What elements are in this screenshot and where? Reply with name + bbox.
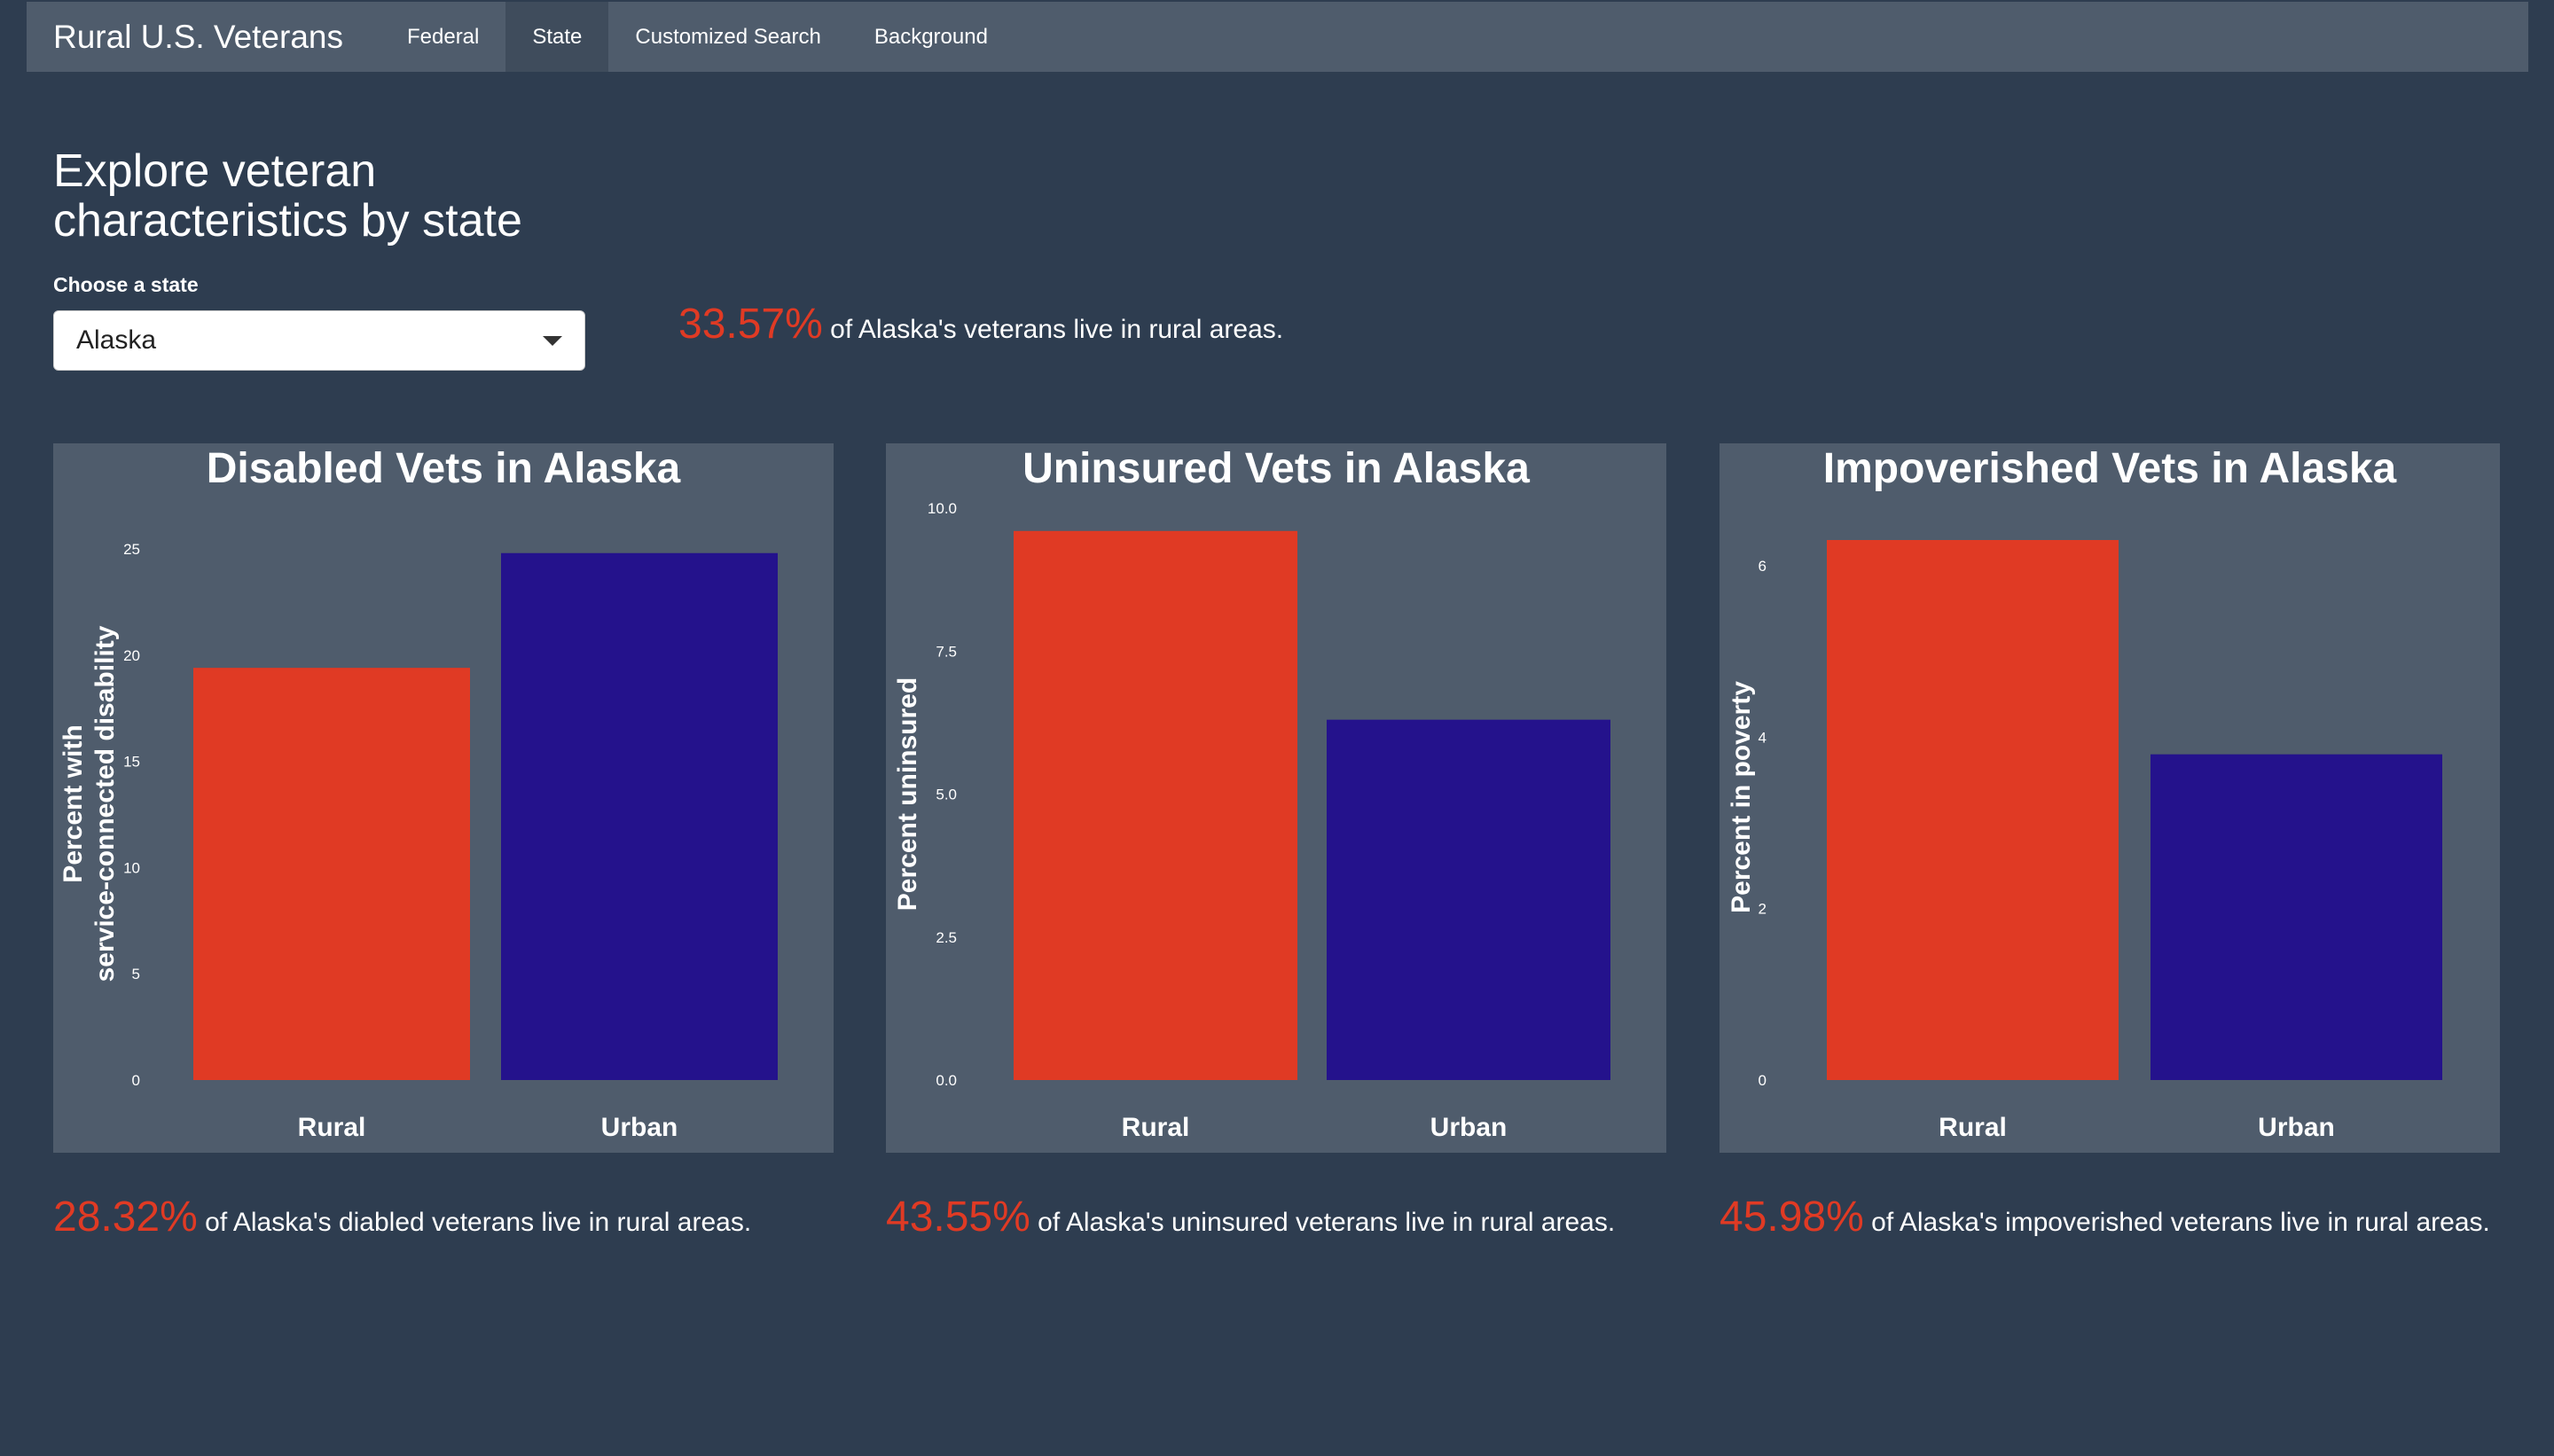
x-tick-label-rural: Rural: [1939, 1113, 2007, 1142]
y-tick-label: 2: [1759, 901, 1767, 918]
disabled-chart-title: Disabled Vets in Alaska: [207, 445, 681, 492]
state-select-label: Choose a state: [53, 273, 199, 296]
x-tick-label-urban: Urban: [1430, 1113, 1508, 1142]
x-tick-label-rural: Rural: [1122, 1113, 1190, 1142]
y-axis-label: Percent in poverty: [1727, 681, 1756, 913]
disabled-rural-text: of Alaska's diabled veterans live in rur…: [197, 1208, 752, 1237]
y-tick-label: 5: [132, 966, 140, 982]
y-tick-label: 15: [123, 754, 140, 771]
impoverished-chart-title: Impoverished Vets in Alaska: [1823, 445, 2397, 492]
bar-urban: [2151, 754, 2442, 1080]
y-tick-label: 0.0: [936, 1072, 957, 1089]
top-navbar: Rural U.S. Veterans Federal State Custom…: [27, 2, 2528, 72]
impoverished-vets-chart-panel: Impoverished Vets in Alaska Rural Urban 0 2 4…: [1720, 443, 2500, 1153]
nav-tab-federal[interactable]: Federal: [380, 2, 505, 72]
uninsured-rural-text: of Alaska's uninsured veterans live in r…: [1030, 1208, 1616, 1237]
uninsured-rural-share: 43.55% of Alaska's uninsured veterans li…: [886, 1193, 1615, 1241]
impoverished-rural-share: 45.98% of Alaska's impoverished veterans…: [1720, 1193, 2490, 1241]
uninsured-rural-percent: 43.55%: [886, 1194, 1030, 1241]
x-tick-label-urban: Urban: [2258, 1113, 2335, 1142]
y-tick-label: 25: [123, 541, 140, 558]
impoverished-rural-percent: 45.98%: [1720, 1194, 1864, 1241]
uninsured-vets-chart-panel: Uninsured Vets in Alaska Rural Urban 0.0 2.5…: [886, 443, 1666, 1153]
y-tick-label: 7.5: [936, 643, 957, 660]
uninsured-vets-chart: Uninsured Vets in Alaska Rural Urban 0.0 2.5…: [893, 445, 1610, 1142]
bar-urban: [1327, 719, 1610, 1080]
page-title-line-1: Explore veteran: [53, 145, 377, 197]
y-tick-label: 2.5: [936, 929, 957, 946]
disabled-rural-percent: 28.32%: [53, 1194, 198, 1241]
nav-tab-customized-search[interactable]: Customized Search: [608, 2, 847, 72]
state-select[interactable]: Alaska: [53, 310, 585, 371]
impoverished-vets-chart: Impoverished Vets in Alaska Rural Urban 0 2 4…: [1727, 445, 2442, 1142]
y-tick-label: 5.0: [936, 787, 957, 803]
y-tick-label: 10.0: [928, 500, 957, 517]
navbar-brand[interactable]: Rural U.S. Veterans: [27, 19, 380, 56]
impoverished-rural-text: of Alaska's impoverished veterans live i…: [1863, 1208, 2490, 1237]
disabled-vets-chart: Disabled Vets in Alaska Rural Urban 0 5 10 15 2…: [59, 445, 778, 1142]
bar-rural: [193, 668, 470, 1080]
bar-urban: [501, 552, 778, 1080]
page-title-line-2: characteristics by state: [53, 195, 522, 247]
disabled-rural-share: 28.32% of Alaska's diabled veterans live…: [53, 1193, 751, 1241]
y-axis-label: service-connected disability: [90, 625, 120, 982]
y-tick-label: 4: [1759, 729, 1767, 746]
rural-share-text: of Alaska's veterans live in rural areas…: [822, 315, 1284, 344]
y-tick-label: 20: [123, 647, 140, 664]
disabled-vets-chart-panel: Disabled Vets in Alaska Rural Urban 0 5 10 15 2…: [53, 443, 834, 1153]
caret-down-icon: [543, 335, 562, 346]
y-axis-label: Percent uninsured: [893, 677, 922, 911]
nav-tab-background[interactable]: Background: [848, 2, 1015, 72]
rural-share-headline: 33.57% of Alaska's veterans live in rura…: [678, 300, 1283, 348]
nav-tab-state[interactable]: State: [505, 2, 609, 72]
x-tick-label-urban: Urban: [601, 1113, 678, 1142]
y-tick-label: 0: [132, 1072, 140, 1089]
y-tick-label: 10: [123, 859, 140, 876]
page-title: Explore veteran characteristics by state: [53, 146, 522, 246]
y-tick-label: 0: [1759, 1072, 1767, 1089]
y-tick-label: 6: [1759, 558, 1767, 575]
x-tick-label-rural: Rural: [298, 1113, 366, 1142]
state-select-value: Alaska: [76, 325, 157, 355]
y-axis-label: Percent with: [59, 724, 88, 882]
uninsured-chart-title: Uninsured Vets in Alaska: [1022, 445, 1530, 492]
bar-rural: [1827, 540, 2119, 1080]
rural-share-percent: 33.57%: [678, 301, 823, 348]
bar-rural: [1014, 530, 1297, 1080]
